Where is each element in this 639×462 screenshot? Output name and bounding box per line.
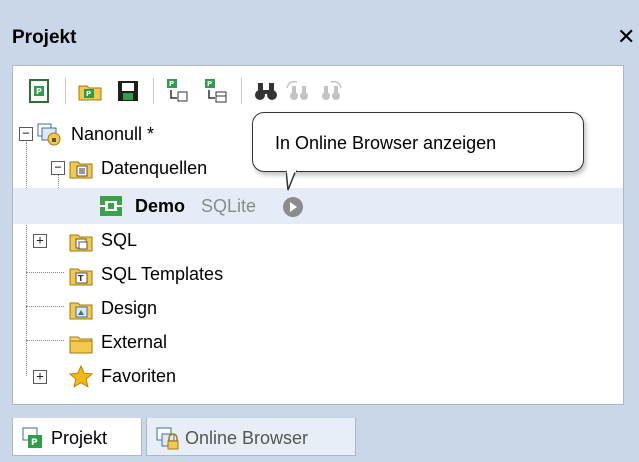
find-next-icon[interactable] [285, 78, 311, 104]
svg-text:T: T [78, 274, 84, 283]
collapse-icon[interactable]: − [19, 127, 33, 141]
svg-text:P: P [169, 80, 174, 88]
save-project-icon[interactable] [115, 78, 141, 104]
tree-item-label: Design [101, 298, 158, 318]
tree-item-label: External [101, 332, 168, 352]
add-active-file-icon[interactable]: P [203, 78, 229, 104]
new-project-icon[interactable]: P [27, 78, 53, 104]
find-icon[interactable] [253, 78, 279, 104]
external-folder-icon [69, 331, 93, 355]
tab-label: Online Browser [185, 428, 309, 448]
tab-online-browser[interactable]: Online Browser [146, 418, 356, 456]
tree-item-favorites[interactable]: + Favoriten [13, 360, 623, 392]
tree-item-design[interactable]: Design [13, 292, 623, 324]
tree-item-external[interactable]: External [13, 326, 623, 358]
tab-label: Projekt [51, 428, 108, 448]
star-icon [69, 365, 93, 389]
toolbar-separator [241, 78, 242, 104]
online-browser-tab-icon [155, 426, 179, 450]
project-root-icon [37, 122, 61, 146]
show-in-online-browser-icon[interactable] [283, 197, 303, 217]
database-connection-icon [99, 194, 123, 218]
expand-icon[interactable]: + [33, 370, 47, 384]
title-bar: Projekt ✕ [0, 0, 639, 60]
svg-text:P: P [31, 438, 38, 448]
svg-text:P: P [207, 80, 212, 88]
sql-folder-icon [69, 229, 93, 253]
tree-item-label: SQL [101, 230, 138, 250]
project-tab-icon: P [21, 426, 45, 450]
tree-item-label: Datenquellen [101, 158, 208, 178]
svg-text:P: P [86, 90, 91, 98]
add-file-to-project-icon[interactable]: P [165, 78, 191, 104]
tree-item-demo[interactable]: Demo SQLite [13, 188, 623, 224]
tab-projekt[interactable]: P Projekt [12, 418, 142, 456]
tooltip-text: In Online Browser anzeigen [275, 133, 497, 153]
tree-item-label: Favoriten [101, 366, 177, 386]
datasource-type-label: SQLite [201, 196, 257, 216]
close-button[interactable]: ✕ [617, 24, 635, 50]
tree-item-label: Nanonull * [71, 124, 155, 144]
tooltip: In Online Browser anzeigen [252, 112, 584, 172]
project-window: Projekt ✕ P P P P − Nanonull * − Datenqu… [0, 0, 639, 462]
expand-icon[interactable]: + [33, 234, 47, 248]
tree-item-sql[interactable]: + SQL [13, 224, 623, 256]
sql-templates-folder-icon: T [69, 263, 93, 287]
open-project-icon[interactable]: P [77, 78, 103, 104]
tree-item-label: SQL Templates [101, 264, 224, 284]
tooltip-pointer [286, 170, 297, 191]
svg-text:P: P [36, 87, 42, 96]
toolbar: P P P P [13, 66, 623, 112]
toolbar-separator [153, 78, 154, 104]
find-previous-icon[interactable] [317, 78, 343, 104]
design-folder-icon [69, 297, 93, 321]
toolbar-separator [65, 78, 66, 104]
tree-item-label: Demo [135, 196, 186, 216]
tree-item-sql-templates[interactable]: T SQL Templates [13, 258, 623, 290]
panel-tabs: P Projekt Online Browser [12, 418, 624, 456]
window-title: Projekt [12, 27, 77, 48]
datasource-folder-icon [69, 156, 93, 180]
collapse-icon[interactable]: − [51, 161, 65, 175]
